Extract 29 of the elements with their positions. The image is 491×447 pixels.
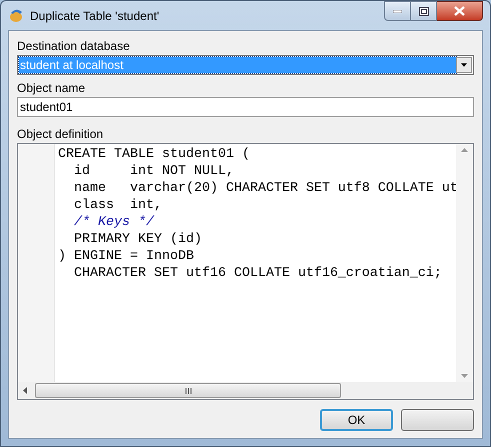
- window-title: Duplicate Table 'student': [30, 8, 160, 25]
- field-label: Object name: [17, 80, 86, 97]
- scroll-up-icon[interactable]: [461, 148, 468, 152]
- close-button[interactable]: [437, 1, 483, 21]
- scrollbar-thumb[interactable]: [35, 383, 341, 398]
- code-line: class int,: [72, 197, 162, 214]
- minimize-button[interactable]: [384, 1, 411, 21]
- code-line: CREATE TABLE student01 (: [58, 146, 250, 163]
- code-line: ) ENGINE = InnoDB: [58, 248, 194, 265]
- object-name-input[interactable]: student01: [17, 97, 474, 117]
- code-line: PRIMARY KEY (id): [72, 231, 202, 248]
- close-icon: [454, 6, 465, 16]
- maximize-icon: [418, 6, 428, 16]
- code-comment: /* Keys */: [72, 214, 154, 231]
- maximize-button[interactable]: [411, 1, 437, 21]
- field-label: Object definition: [17, 126, 104, 143]
- field-label: Destination database: [17, 38, 131, 55]
- vertical-scrollbar[interactable]: [456, 144, 473, 382]
- code-line: CHARACTER SET utf16 COLLATE utf16_croatian_ci;: [72, 265, 442, 282]
- minimize-icon: [393, 10, 402, 12]
- scroll-left-icon[interactable]: [23, 387, 27, 394]
- dropdown-value: student at localhost: [19, 57, 456, 73]
- code-line: id int NOT NULL,: [72, 163, 234, 180]
- horizontal-scrollbar[interactable]: [18, 382, 473, 399]
- dialog-button[interactable]: OK: [320, 409, 393, 431]
- app-icon: [8, 7, 24, 23]
- scroll-down-icon[interactable]: [461, 374, 468, 378]
- dialog-button[interactable]: [401, 409, 474, 431]
- grip-icon: [184, 388, 192, 394]
